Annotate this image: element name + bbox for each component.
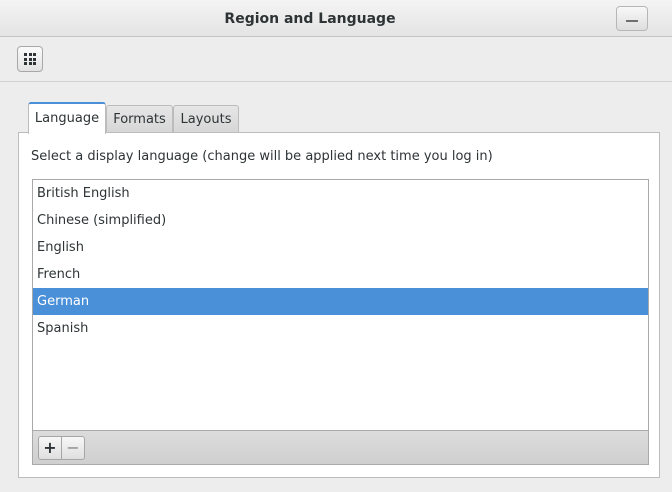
titlebar: Region and Language — [0, 0, 672, 37]
window-title: Region and Language — [224, 11, 396, 27]
list-item-french[interactable]: French — [33, 261, 648, 288]
minimize-icon — [626, 20, 638, 22]
all-settings-button[interactable] — [17, 46, 43, 72]
toolbar — [0, 37, 672, 82]
tab-layouts[interactable]: Layouts — [173, 105, 239, 133]
list-item-spanish[interactable]: Spanish — [33, 315, 648, 342]
language-panel: Select a display language (change will b… — [18, 132, 660, 478]
list-toolbar: + − — [32, 430, 649, 465]
remove-language-button[interactable]: − — [61, 436, 85, 460]
language-list: British English Chinese (simplified) Eng… — [32, 179, 649, 431]
instruction-text: Select a display language (change will b… — [31, 149, 493, 164]
list-item-german[interactable]: German — [33, 288, 648, 315]
list-item-english[interactable]: English — [33, 234, 648, 261]
window-control-button[interactable] — [616, 6, 648, 31]
list-item-british-english[interactable]: British English — [33, 180, 648, 207]
settings-window: Region and Language Language Formats Lay… — [0, 0, 672, 492]
add-language-button[interactable]: + — [38, 436, 62, 460]
tab-formats[interactable]: Formats — [106, 105, 173, 133]
tab-language[interactable]: Language — [28, 102, 106, 134]
grid-icon — [24, 53, 36, 65]
list-item-chinese-simplified[interactable]: Chinese (simplified) — [33, 207, 648, 234]
